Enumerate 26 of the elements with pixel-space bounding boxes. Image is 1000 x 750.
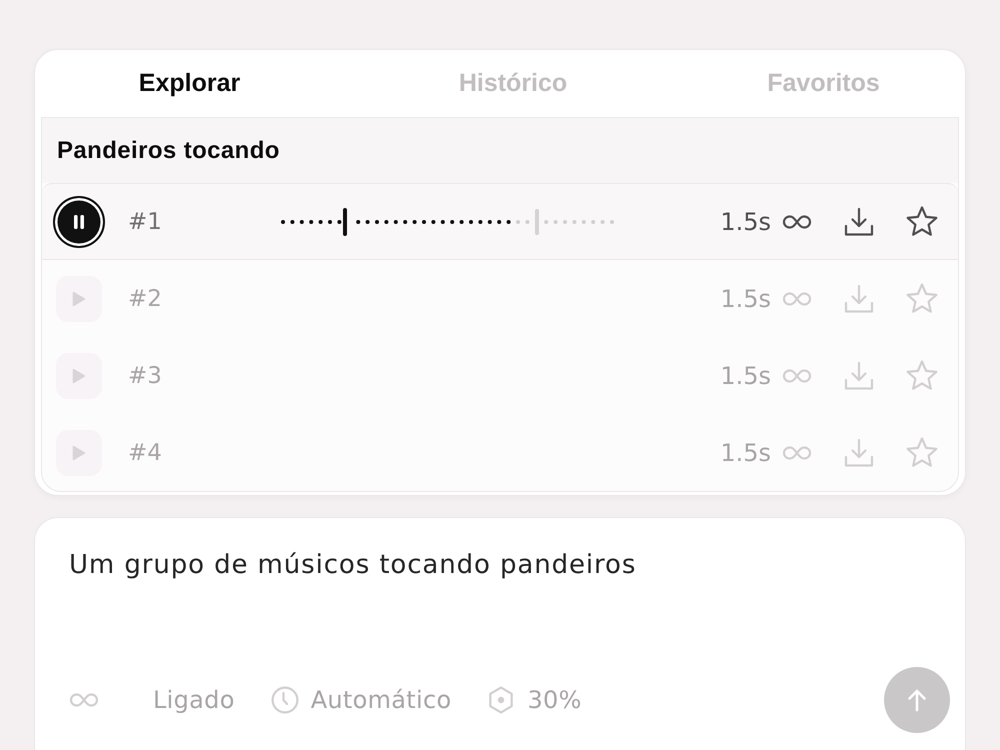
prompt-field[interactable]: Um grupo de músicos tocando pandeiros — [69, 547, 769, 653]
star-icon[interactable] — [905, 204, 939, 238]
duration-label: 1.5s — [720, 208, 771, 236]
sample-number: #3 — [128, 362, 163, 388]
sample-number: #2 — [128, 286, 163, 312]
tab[interactable]: Favoritos — [682, 50, 965, 117]
clock-icon — [270, 686, 299, 714]
pause-button[interactable] — [53, 196, 105, 248]
tab[interactable]: Explorar — [35, 50, 344, 117]
loop-icon — [69, 692, 99, 708]
sample-number: #4 — [128, 440, 163, 466]
play-icon — [72, 368, 86, 384]
pause-icon — [73, 214, 85, 228]
tab[interactable]: Histórico — [344, 50, 682, 117]
loop-icon[interactable] — [782, 214, 812, 230]
duration-label: 1.5s — [720, 284, 771, 312]
hexagon-icon — [487, 686, 516, 714]
sample-number: #1 — [128, 208, 163, 234]
arrow-up-icon — [905, 688, 929, 712]
download-icon[interactable] — [844, 206, 874, 236]
duration-label: 1.5s — [720, 362, 771, 390]
duration-label: 1.5s — [720, 438, 771, 466]
playhead[interactable] — [343, 208, 347, 236]
play-icon — [72, 444, 86, 460]
play-icon — [72, 290, 86, 306]
results-title: Pandeiros tocando — [57, 136, 280, 164]
